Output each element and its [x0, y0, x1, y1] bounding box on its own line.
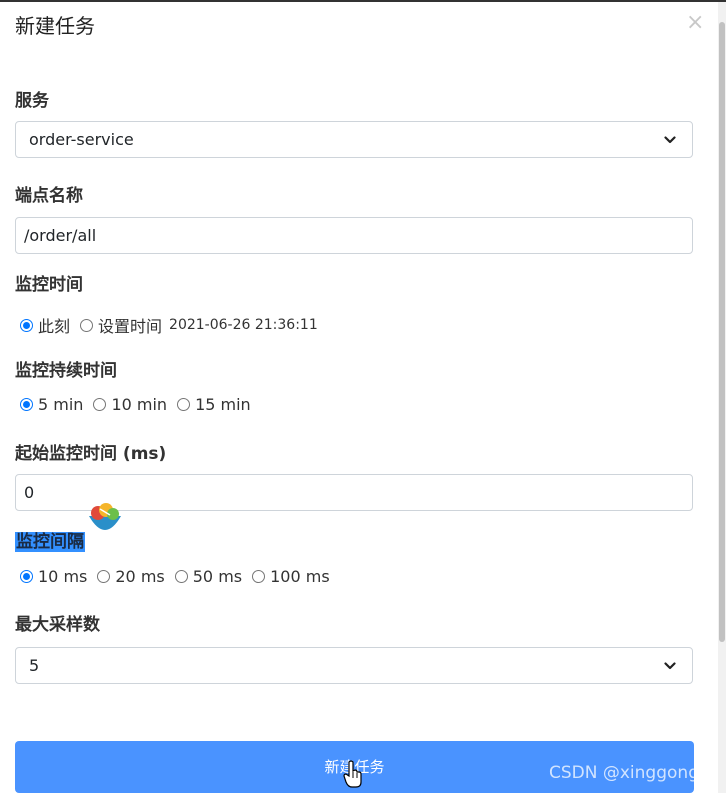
interval-label: 监控间隔 — [15, 527, 85, 552]
duration-option-10min[interactable]: 10 min — [93, 395, 167, 414]
max-samples-select-value: 5 — [29, 656, 40, 675]
window-top-border — [0, 0, 726, 2]
interval-option-50ms[interactable]: 50 ms — [174, 567, 243, 586]
option-label: 此刻 — [38, 317, 71, 336]
interval-option-100ms[interactable]: 100 ms — [252, 567, 330, 586]
duration-options: 5 min 10 min 15 min — [20, 395, 261, 414]
service-label: 服务 — [15, 91, 49, 111]
radio-checked-icon[interactable] — [20, 318, 33, 332]
duration-label: 监控持续时间 — [15, 361, 117, 381]
scrollbar-thumb[interactable] — [719, 22, 725, 642]
fruit-bowl-icon — [89, 503, 121, 530]
monitor-time-label: 监控时间 — [15, 275, 83, 295]
interval-option-10ms[interactable]: 10 ms — [20, 567, 87, 586]
option-label: 设置时间 — [98, 317, 163, 336]
duration-option-5min[interactable]: 5 min — [20, 395, 83, 414]
monitor-time-options: 此刻 设置时间 2021-06-26 21:36:11 — [20, 313, 318, 337]
endpoint-label: 端点名称 — [15, 186, 83, 206]
option-label: 100 ms — [270, 567, 330, 586]
radio-unchecked-icon[interactable] — [80, 318, 94, 332]
monitor-time-option-now[interactable]: 此刻 — [20, 313, 70, 337]
radio-unchecked-icon[interactable] — [177, 398, 191, 411]
duration-option-15min[interactable]: 15 min — [177, 395, 251, 414]
radio-unchecked-icon[interactable] — [93, 398, 107, 411]
start-offset-label: 起始监控时间 (ms) — [15, 444, 167, 464]
radio-unchecked-icon[interactable] — [174, 570, 188, 583]
option-label: 20 ms — [115, 567, 165, 586]
modal-title: 新建任务 — [15, 14, 95, 38]
hand-pointer-icon — [343, 760, 362, 788]
radio-unchecked-icon[interactable] — [252, 570, 266, 583]
watermark: CSDN @xinggongzi — [549, 763, 713, 783]
option-label: 10 ms — [38, 567, 88, 586]
option-label: 50 ms — [192, 567, 243, 586]
monitor-time-option-custom[interactable]: 设置时间 — [80, 313, 162, 337]
radio-checked-icon[interactable] — [20, 570, 33, 583]
chevron-down-icon — [664, 136, 676, 144]
service-select[interactable]: order-service — [15, 121, 693, 158]
monitor-time-timestamp: 2021-06-26 21:36:11 — [169, 317, 318, 333]
radio-unchecked-icon[interactable] — [97, 570, 111, 583]
scrollbar-track[interactable] — [718, 2, 726, 793]
interval-option-20ms[interactable]: 20 ms — [97, 567, 165, 586]
option-label: 15 min — [195, 395, 251, 414]
close-icon[interactable]: × — [686, 12, 704, 34]
interval-options: 10 ms 20 ms 50 ms 100 ms — [20, 567, 340, 586]
endpoint-input[interactable]: /order/all — [15, 217, 693, 254]
option-label: 5 min — [38, 395, 84, 414]
option-label: 10 min — [111, 395, 168, 414]
radio-checked-icon[interactable] — [20, 398, 33, 411]
service-select-value: order-service — [29, 130, 134, 149]
max-samples-select[interactable]: 5 — [15, 647, 693, 684]
max-samples-label: 最大采样数 — [15, 615, 100, 635]
chevron-down-icon — [664, 662, 676, 670]
interval-label-text: 监控间隔 — [15, 532, 85, 552]
